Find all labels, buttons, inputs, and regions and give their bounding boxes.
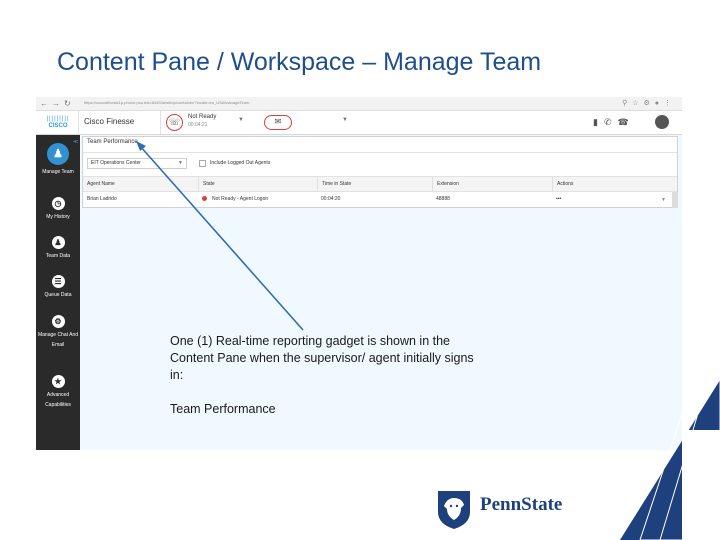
callout-line: in: bbox=[170, 368, 184, 382]
penn-state-wordmark: PennState bbox=[480, 494, 563, 515]
callout-arrow-line bbox=[139, 145, 304, 331]
corner-band-inner bbox=[682, 430, 720, 540]
callout-emphasis: Team Performance bbox=[170, 402, 276, 416]
callout-text: One (1) Real-time reporting gadget is sh… bbox=[170, 333, 520, 418]
callout-line: Content Pane when the supervisor/ agent … bbox=[170, 351, 474, 365]
callout-arrow-head bbox=[136, 141, 146, 151]
callout-spacer bbox=[170, 384, 520, 401]
callout-line: One (1) Real-time reporting gadget is sh… bbox=[170, 334, 451, 348]
penn-state-shield-logo bbox=[438, 491, 470, 529]
corner-decoration bbox=[620, 270, 720, 540]
